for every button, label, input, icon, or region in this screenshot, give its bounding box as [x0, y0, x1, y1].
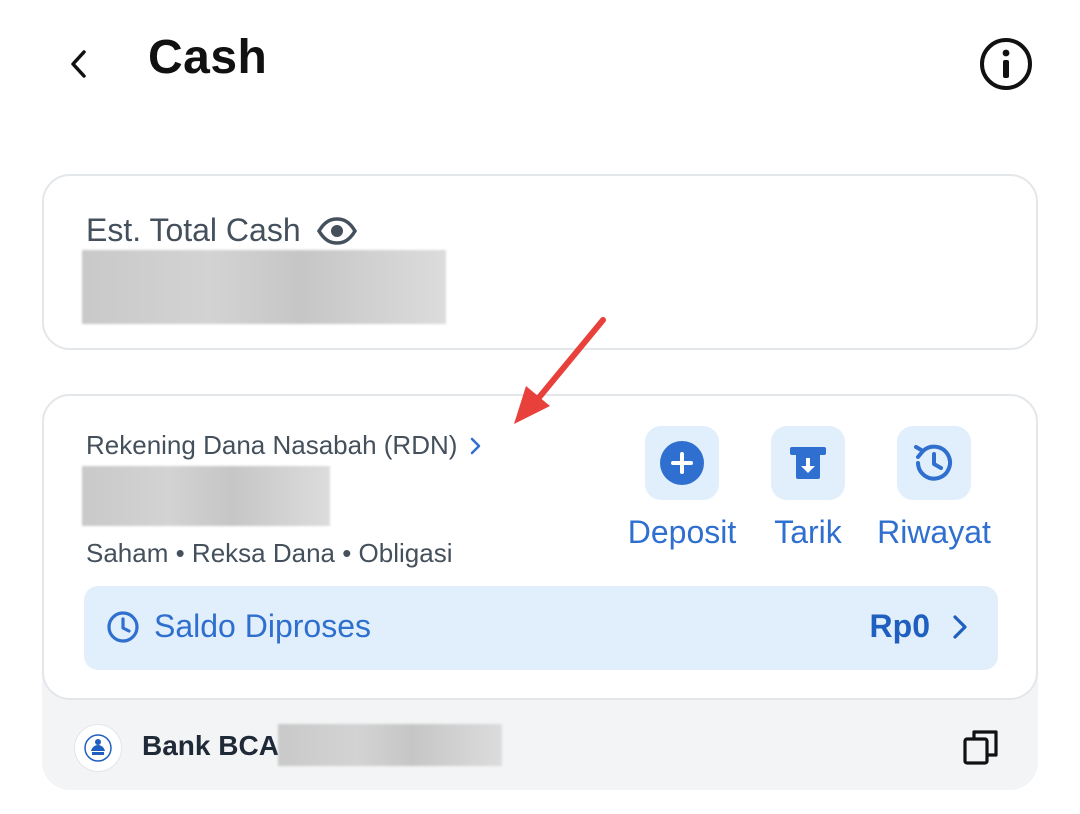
atm-withdraw-icon — [790, 447, 826, 479]
saldo-left: Saldo Diproses — [106, 608, 371, 645]
deposit-label: Deposit — [627, 514, 737, 550]
total-cash-label-row: Est. Total Cash — [86, 212, 357, 249]
saldo-amount: Rp0 — [869, 608, 930, 644]
bank-bca-logo — [74, 724, 122, 772]
info-button[interactable] — [978, 36, 1034, 92]
rdn-link-label: Rekening Dana Nasabah (RDN) — [86, 430, 458, 460]
saldo-right: Rp0 — [870, 608, 968, 645]
history-icon — [914, 444, 952, 481]
total-cash-label: Est. Total Cash — [86, 212, 301, 248]
withdraw-icon-box — [771, 426, 845, 500]
copy-icon — [963, 730, 998, 765]
withdraw-label: Tarik — [774, 514, 842, 550]
rdn-balance-redacted — [82, 466, 330, 526]
total-cash-value-redacted — [82, 250, 446, 324]
bank-logo-icon — [84, 734, 112, 762]
saldo-diproses-row[interactable]: Saldo Diproses Rp0 — [84, 586, 998, 670]
chevron-right-icon — [471, 437, 481, 454]
bank-name: Bank BCA — [142, 730, 279, 761]
rdn-card: Rekening Dana Nasabah (RDN) Saham • Reks… — [42, 394, 1038, 700]
copy-button[interactable] — [962, 728, 1000, 766]
plus-circle-icon — [660, 441, 704, 485]
history-button[interactable]: Riwayat — [870, 426, 998, 551]
chevron-left-icon — [71, 50, 86, 78]
bank-account-row: Bank BCA — [42, 700, 1038, 790]
chevron-right-icon — [953, 614, 967, 639]
back-button[interactable] — [58, 42, 98, 86]
account-number-redacted — [278, 724, 502, 766]
total-cash-card: Est. Total Cash — [42, 174, 1038, 350]
rdn-link[interactable]: Rekening Dana Nasabah (RDN) — [86, 430, 483, 461]
page-title: Cash — [148, 31, 268, 84]
info-icon — [980, 38, 1032, 90]
history-icon-box — [897, 426, 971, 500]
history-label: Riwayat — [877, 514, 991, 550]
clock-icon — [107, 610, 139, 643]
saldo-label: Saldo Diproses — [154, 608, 371, 644]
deposit-button[interactable]: Deposit — [622, 426, 742, 551]
eye-icon[interactable] — [316, 216, 357, 246]
app-header: Cash — [0, 0, 1080, 130]
deposit-icon-box — [645, 426, 719, 500]
withdraw-button[interactable]: Tarik — [760, 426, 856, 551]
product-list: Saham • Reksa Dana • Obligasi — [86, 538, 453, 568]
